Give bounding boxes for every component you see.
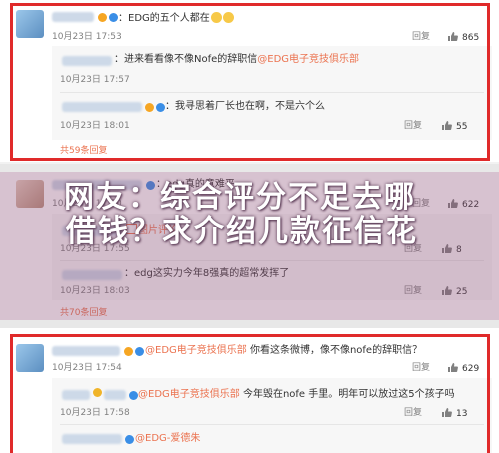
overlay-headline-line-2: 借钱？求介绍几款征信花: [66, 214, 418, 249]
highlight-box: [10, 3, 490, 161]
divider: [0, 320, 499, 328]
overlay-headline-line-1: 网友：综合评分不足去哪: [64, 180, 416, 215]
highlight-box: [10, 334, 490, 453]
divider: [0, 164, 499, 172]
